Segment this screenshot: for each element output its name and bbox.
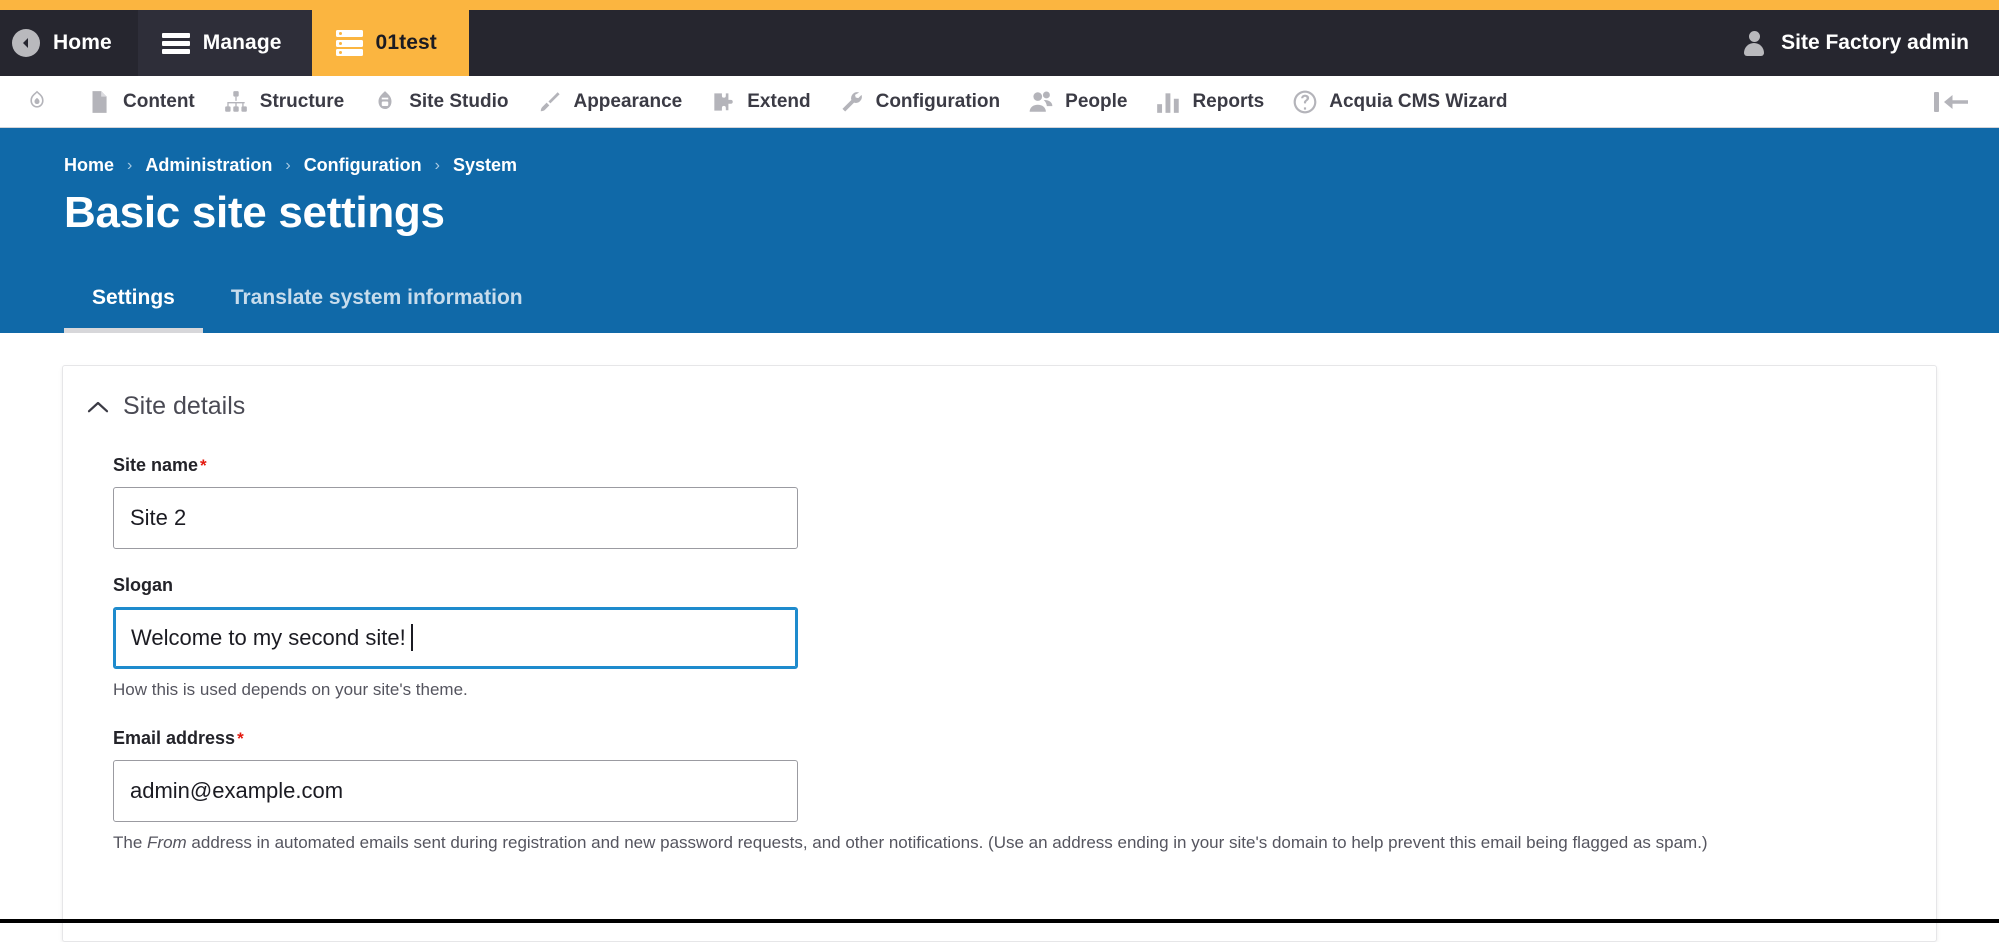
toolbar-item-site-studio[interactable]: Site Studio — [358, 76, 522, 128]
hamburger-icon — [161, 32, 190, 54]
email-desc-emphasis: From — [147, 832, 187, 852]
toolbar-site-label: 01test — [375, 31, 437, 54]
page-header: Home › Administration › Configuration › … — [0, 128, 1999, 333]
toolbar-manage-button[interactable]: Manage — [137, 10, 312, 76]
toolbar-item-configuration-label: Configuration — [875, 91, 1001, 112]
breadcrumb-separator: › — [434, 156, 440, 174]
email-address-label-text: Email address — [113, 727, 236, 748]
page-tabs: Settings Translate system information — [64, 286, 551, 333]
toolbar-item-reports[interactable]: Reports — [1141, 76, 1278, 128]
document-icon — [92, 90, 107, 113]
form-item-email-address: Email address* The From address in autom… — [113, 728, 1936, 855]
site-details-body: Site name* Slogan How this is used depen… — [63, 421, 1936, 855]
tab-settings[interactable]: Settings — [64, 286, 203, 333]
puzzle-piece-icon — [714, 92, 733, 111]
bottom-rule — [0, 919, 1999, 923]
user-avatar-icon — [1742, 30, 1766, 56]
text-caret — [411, 624, 413, 651]
toolbar-home-button[interactable]: Home — [0, 10, 138, 76]
toolbar-drupal-logo[interactable] — [14, 76, 72, 128]
email-address-description: The From address in automated emails sen… — [113, 832, 1936, 855]
toolbar-item-acquia-cms-wizard[interactable]: Acquia CMS Wizard — [1278, 76, 1521, 128]
collapse-bar — [1934, 91, 1939, 112]
primary-toolbar: Home Manage 01test Site Factory admin — [0, 10, 1999, 76]
site-details-section-header[interactable]: Site details — [63, 392, 1936, 421]
question-circle-icon — [1293, 90, 1317, 113]
slogan-field-wrap — [113, 607, 798, 669]
toolbar-item-acquia-cms-wizard-label: Acquia CMS Wizard — [1329, 91, 1508, 112]
tab-translate-system-information[interactable]: Translate system information — [203, 286, 551, 333]
sitemap-icon — [224, 90, 247, 112]
droplet-icon — [378, 90, 392, 109]
toolbar-item-appearance[interactable]: Appearance — [522, 76, 696, 128]
email-desc-suffix: address in automated emails sent during … — [186, 832, 1708, 852]
paintbrush-icon — [541, 91, 561, 111]
toolbar-item-content[interactable]: Content — [72, 76, 209, 128]
toolbar-home-label: Home — [53, 31, 112, 54]
toolbar-manage-label: Manage — [202, 31, 282, 54]
toolbar-user-account[interactable]: Site Factory admin — [1720, 10, 1999, 76]
collapse-left-icon[interactable] — [1924, 91, 1991, 113]
wrench-icon — [842, 91, 862, 112]
site-name-input[interactable] — [113, 487, 798, 549]
arrow-left-icon — [1944, 94, 1968, 109]
slogan-input[interactable] — [113, 607, 798, 669]
toolbar-item-structure-label: Structure — [259, 91, 345, 112]
toolbar-item-extend-label: Extend — [747, 91, 811, 112]
form-item-slogan: Slogan How this is used depends on your … — [113, 575, 1936, 702]
toolbar-item-reports-label: Reports — [1192, 91, 1265, 112]
site-name-field-wrap — [113, 487, 798, 549]
toolbar-item-appearance-label: Appearance — [573, 91, 683, 112]
breadcrumb-item-home[interactable]: Home — [64, 155, 114, 176]
site-name-label-text: Site name — [113, 455, 199, 475]
email-address-label: Email address * — [113, 728, 244, 749]
toolbar-user-label: Site Factory admin — [1781, 31, 1969, 54]
toolbar-item-extend[interactable]: Extend — [696, 76, 824, 128]
toolbar-item-configuration[interactable]: Configuration — [825, 76, 1015, 128]
breadcrumb-separator: › — [127, 156, 133, 174]
form-item-site-name: Site name * — [113, 455, 1936, 549]
email-desc-prefix: The — [113, 832, 148, 852]
toolbar-item-people[interactable]: People — [1014, 76, 1141, 128]
chevron-up-icon — [87, 401, 109, 412]
toolbar-item-people-label: People — [1065, 91, 1128, 112]
main-content: Site details Site name* Slogan How this … — [0, 333, 1999, 942]
required-marker: * — [200, 456, 207, 475]
slogan-label: Slogan — [113, 575, 174, 595]
email-address-input[interactable] — [113, 759, 798, 822]
breadcrumb-item-configuration[interactable]: Configuration — [304, 155, 422, 176]
breadcrumb-item-system[interactable]: System — [453, 155, 517, 176]
breadcrumb: Home › Administration › Configuration › … — [64, 128, 1999, 176]
secondary-toolbar: Content Structure Site Studio Appearance — [0, 76, 1999, 128]
back-circle-icon — [12, 29, 40, 57]
toolbar-item-site-studio-label: Site Studio — [409, 91, 509, 112]
site-name-label: Site name * — [113, 455, 207, 476]
email-address-field-wrap — [113, 759, 798, 822]
page-title: Basic site settings — [64, 188, 445, 237]
toolbar-site-button[interactable]: 01test — [311, 10, 469, 76]
site-details-card: Site details Site name* Slogan How this … — [62, 365, 1937, 942]
site-details-title: Site details — [123, 392, 246, 420]
top-accent-strip — [0, 0, 1999, 10]
required-marker: * — [237, 728, 244, 748]
toolbar-item-content-label: Content — [123, 91, 195, 112]
server-icon — [335, 30, 363, 56]
people-icon — [1029, 90, 1053, 112]
bar-chart-icon — [1157, 92, 1180, 113]
toolbar-item-structure[interactable]: Structure — [209, 76, 358, 128]
drupal-droplet-icon — [30, 90, 44, 108]
slogan-description: How this is used depends on your site's … — [113, 680, 468, 699]
breadcrumb-separator: › — [285, 156, 291, 174]
breadcrumb-item-administration[interactable]: Administration — [145, 155, 272, 176]
